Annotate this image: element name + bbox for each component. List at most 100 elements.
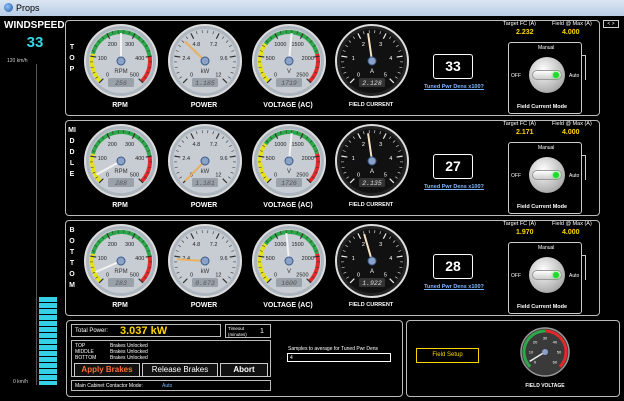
release-brakes-button[interactable]: Release Brakes — [142, 363, 218, 377]
current-gauge-bottom: 0 1 2 3 4 5 A 1.922 — [333, 222, 411, 302]
gauge-tick-label: 1 — [352, 256, 355, 262]
apply-brakes-button[interactable]: Apply Brakes — [74, 363, 140, 377]
fv-tick-label: 40 — [553, 340, 558, 345]
power-gauge-middle: 02.44.87.29.612kW1.181 — [166, 122, 244, 202]
fv-tick-label: 50 — [557, 350, 562, 355]
field-voltage-label: FIELD VOLTAGE — [525, 383, 565, 389]
voltage-label: VOLTAGE (AC) — [263, 202, 313, 209]
gauge-tick-label: 9.6 — [220, 256, 228, 262]
field-setup-button[interactable]: Field Setup — [416, 348, 479, 363]
samples-value[interactable]: 4 — [290, 355, 293, 361]
tuned-power-density-link[interactable]: Tuned Pwr Dens x100? — [409, 284, 499, 290]
gauge-hub — [367, 156, 377, 166]
connector-line — [581, 55, 586, 80]
gauge-tick-label: 1000 — [274, 242, 286, 248]
gauge-hub — [367, 256, 377, 266]
timeout-box: Timeout (minutes) 1 — [225, 324, 271, 338]
brake-control-panel: Total Power: 3.037 kW Timeout (minutes) … — [66, 320, 403, 397]
gauge-readout: 1600 — [281, 280, 297, 287]
field-mode-selector-knob[interactable] — [529, 157, 565, 193]
voltage-gauge-face: 0 500 1000 1500 2000 2500 V 1719 — [252, 24, 326, 98]
gauge-hub — [116, 56, 126, 66]
voltage-gauge-face: 0 500 1000 1500 2000 2500 V 1600 — [252, 224, 326, 298]
gauge-tick-label: 2.4 — [182, 56, 190, 62]
target-fc-value: 1.970 — [516, 229, 534, 236]
total-power-value: 3.037 kW — [120, 325, 168, 337]
current-label: FIELD CURRENT — [348, 202, 394, 208]
timeout-value[interactable]: 1 — [260, 328, 264, 335]
contactor-label: Main Cabinet Contactor Mode: — [75, 383, 143, 389]
window-titlebar: Props — [0, 0, 624, 16]
gauge-hub — [284, 156, 294, 166]
windspeed-panel: WINDSPEED 33 120 km/h 0 km/h — [0, 16, 65, 401]
gauge-tick-label: 1500 — [292, 242, 304, 248]
window-title: Props — [16, 3, 40, 13]
gauge-readout: 256 — [115, 80, 127, 87]
field-at-max-value: 4.000 — [562, 129, 580, 136]
gauge-tick-label: 0 — [357, 272, 360, 278]
field-current-mode-caption: Field Current Mode — [516, 204, 568, 210]
total-power-box: Total Power: 3.037 kW — [71, 324, 221, 337]
gauge-hub — [200, 56, 210, 66]
tuned-power-density-link[interactable]: Tuned Pwr Dens x100? — [409, 84, 499, 90]
fv-hub — [542, 349, 548, 355]
tuned-power-density-value: 28 — [433, 254, 473, 279]
gauge-tick-label: 400 — [135, 56, 144, 62]
mode-manual-label: Manual — [538, 145, 555, 151]
mode-manual-label: Manual — [538, 245, 555, 251]
gauge-readout: 2.135 — [362, 180, 382, 187]
gauge-tick-label: 2500 — [296, 172, 308, 178]
windspeed-label: WINDSPEED — [4, 20, 65, 31]
voltage-gauge-bottom: 0 500 1000 1500 2000 2500 V 1600 — [250, 222, 328, 302]
gauge-tick-label: 2 — [362, 42, 365, 48]
mode-auto-label: Auto — [569, 273, 580, 279]
gauge-readout: 0.673 — [195, 280, 215, 287]
gauge-tick-label: 7.2 — [210, 242, 218, 248]
samples-input[interactable]: 4 — [287, 353, 391, 362]
field-mode-selector-knob[interactable] — [529, 57, 565, 93]
power-label: POWER — [190, 202, 218, 209]
gauge-unit: RPM — [114, 269, 127, 275]
gauge-tick-label: 300 — [125, 42, 134, 48]
gauge-unit: V — [287, 269, 291, 275]
gauge-readout: 2.128 — [362, 80, 382, 87]
gauge-tick-label: 300 — [125, 142, 134, 148]
gauge-tick-label: 5 — [384, 272, 387, 278]
gauge-tick-label: 300 — [125, 242, 134, 248]
tuned-power-density-link[interactable]: Tuned Pwr Dens x100? — [409, 184, 499, 190]
power-gauge-top: 0 2.4 4.8 7.2 9.6 12 kW 1.185 — [166, 22, 244, 102]
brake-row-name: BOTTOM — [75, 355, 97, 361]
contactor-box: Main Cabinet Contactor Mode: Auto — [71, 380, 271, 391]
target-fc-label: Target FC (A) — [503, 21, 537, 27]
windspeed-scale-max: 120 km/h — [7, 58, 28, 64]
corner-button[interactable]: < > — [603, 20, 619, 28]
contactor-value[interactable]: Auto — [162, 383, 172, 389]
tuned-power-density-value: 33 — [433, 54, 473, 79]
voltage-label: VOLTAGE (AC) — [263, 102, 313, 109]
gauge-tick-label: 12 — [215, 72, 221, 78]
fv-tick-label: 30 — [543, 336, 548, 341]
rpm-gauge-face: 0 100 200 300 400 500RPM 288 — [84, 124, 158, 198]
rpm-label: RPM — [112, 202, 128, 209]
field-mode-selector-knob[interactable] — [529, 257, 565, 293]
gauge-tick-label: 0 — [357, 72, 360, 78]
rpm-gauge-face: 0 100 200 300 400 500RPM 256 — [84, 24, 158, 98]
gauge-tick-label: 4.8 — [193, 242, 201, 248]
power-gauge-face: 0 2.4 4.8 7.2 9.6 12 kW 1.185 — [168, 24, 242, 98]
power-label: POWER — [190, 302, 218, 309]
gauge-tick-label: 400 — [135, 156, 144, 162]
gauge-tick-label: 200 — [108, 242, 117, 248]
abort-button[interactable]: Abort — [220, 363, 268, 377]
gauge-tick-label: 3 — [379, 242, 382, 248]
gauge-tick-label: 100 — [98, 56, 107, 62]
brake-row-status: Brakes Unlocked — [110, 355, 148, 361]
gauge-tick-label: 0 — [190, 72, 193, 78]
power-gauge-face: 02.44.87.29.612kW0.673 — [168, 224, 242, 298]
target-fc-value: 2.232 — [516, 29, 534, 36]
total-power-label: Total Power: — [75, 328, 109, 334]
gauge-readout: 1726 — [281, 180, 297, 187]
gauge-tick-label: 5 — [384, 72, 387, 78]
windspeed-bar — [39, 297, 57, 385]
current-gauge-face: 0 1 2 3 4 5 A 2.135 — [335, 124, 409, 198]
knob-indicator-led — [553, 72, 559, 78]
